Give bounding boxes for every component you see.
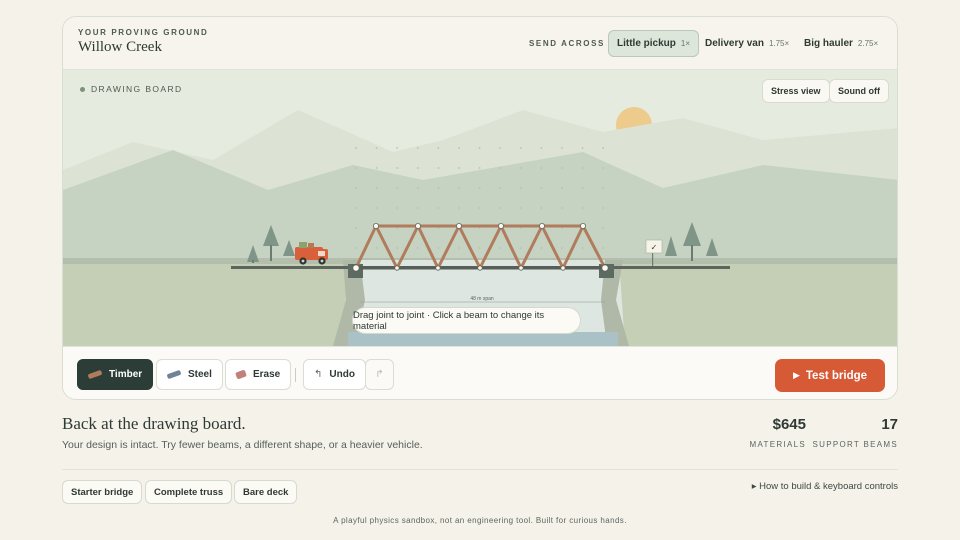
steel-label: Steel [188,369,212,380]
vehicle-label: Big hauler [804,38,853,49]
eraser-icon [235,369,247,380]
creek-water [348,332,618,346]
drawing-board-label: DRAWING BOARD [80,84,183,94]
hint-tooltip: Drag joint to joint · Click a beam to ch… [352,307,581,334]
flag-check: ✓ [651,243,658,252]
erase-label: Erase [253,369,281,380]
toolbar: Timber Steel Erase ↰ Undo ↱ ▶ Test bridg… [63,346,897,399]
status-title: Back at the drawing board. [62,414,246,433]
play-icon: ▶ [792,370,800,380]
site-title: Willow Creek [78,39,162,55]
preset-starter-bridge[interactable]: Starter bridge [62,480,143,504]
bridge-builder-card: YOUR PROVING GROUND Willow Creek SEND AC… [62,16,898,400]
timber-label: Timber [109,369,143,380]
vehicle-multiplier: 1.75× [768,39,790,48]
board-label-text: DRAWING BOARD [91,84,183,94]
undo-icon: ↰ [314,369,323,380]
eyebrow: YOUR PROVING GROUND [78,28,209,37]
drawing-board-scene[interactable]: 48 m span WILLOW CREEK ✓ [63,70,898,346]
vehicle-little-pickup[interactable]: Little pickup 1× [608,30,700,57]
card-header: YOUR PROVING GROUND Willow Creek SEND AC… [63,17,897,70]
support-beams-count: 17 [881,416,898,433]
section-divider [62,469,898,470]
bridge-canvas[interactable]: 48 m span WILLOW CREEK ✓ [63,70,898,346]
vehicle-label: Delivery van [705,38,764,49]
sound-toggle-button[interactable]: Sound off [829,79,889,103]
preset-complete-truss[interactable]: Complete truss [145,480,233,504]
timber-tool-button[interactable]: Timber [77,359,154,390]
materials-cost: $645 [772,416,806,433]
road-right [608,266,730,269]
support-beams-label: SUPPORT BEAMS [812,440,898,449]
erase-tool-button[interactable]: Erase [225,359,292,390]
materials-label: MATERIALS [749,440,806,449]
redo-icon: ↱ [375,369,384,380]
redo-button[interactable]: ↱ [365,359,394,390]
span-label: 48 m span [470,296,494,302]
footer-note: A playful physics sandbox, not an engine… [333,516,627,525]
vehicle-big-hauler[interactable]: Big hauler 2.75× [796,30,886,57]
vehicle-multiplier: 1× [680,39,691,48]
stress-view-button[interactable]: Stress view [762,79,830,103]
status-subtitle: Your design is intact. Try fewer beams, … [62,439,423,451]
send-across-label: SEND ACROSS [529,39,605,48]
undo-button[interactable]: ↰ Undo [303,359,366,390]
undo-label: Undo [329,369,355,380]
vehicle-label: Little pickup [617,38,676,49]
vehicle-delivery-van[interactable]: Delivery van 1.75× [697,30,797,57]
test-bridge-label: Test bridge [805,369,868,382]
steel-icon [166,369,182,380]
toolbar-divider [295,368,296,382]
test-bridge-button[interactable]: ▶ Test bridge [775,359,885,392]
road-left [231,266,358,269]
steel-tool-button[interactable]: Steel [156,359,223,390]
preset-bare-deck[interactable]: Bare deck [234,480,298,504]
how-to-build-link[interactable]: ▸ How to build & keyboard controls [752,481,898,492]
status-dot [80,86,85,92]
timber-icon [87,369,103,380]
vehicle-multiplier: 2.75× [857,39,879,48]
